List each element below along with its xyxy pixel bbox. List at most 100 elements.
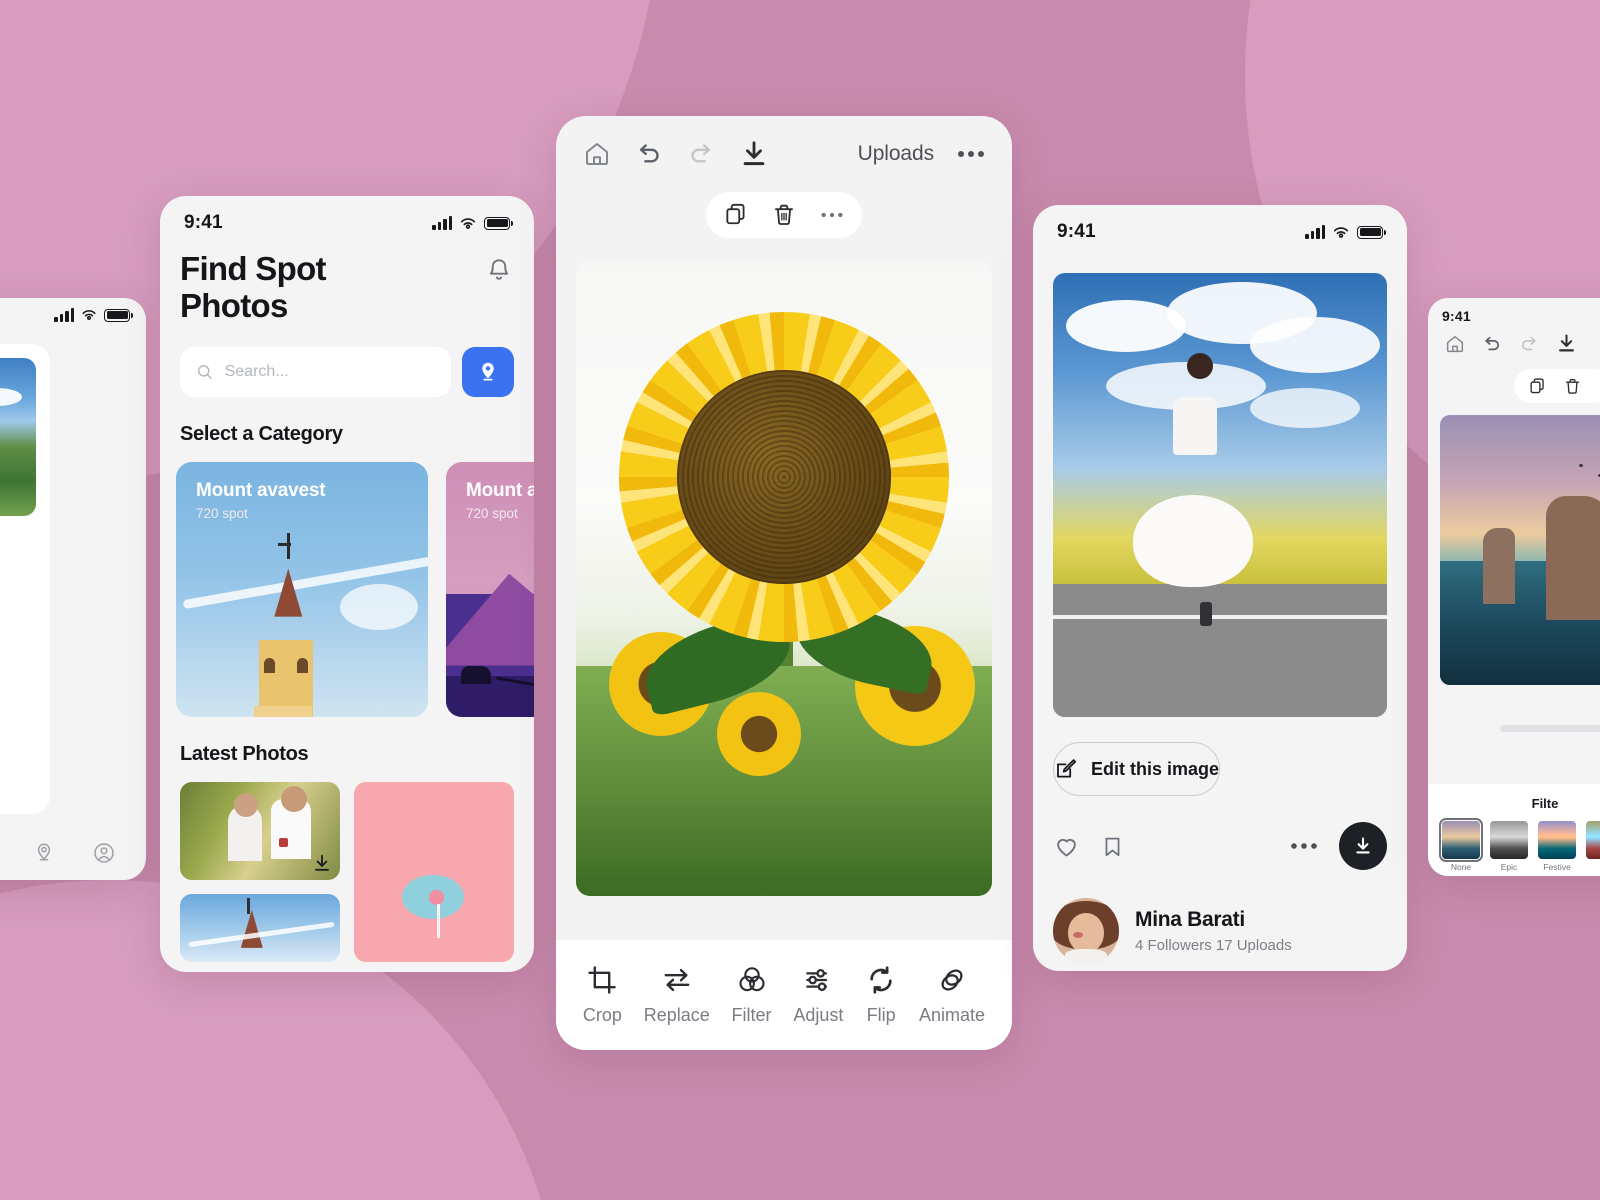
filter-item[interactable]: S: [1586, 821, 1600, 872]
page-title-line1: Find Spot: [180, 250, 327, 287]
onboarding-signup-link[interactable]: Up: [0, 666, 36, 678]
discover-header: Find Spot Photos: [160, 240, 534, 325]
tool-label: Animate: [918, 1005, 986, 1025]
tool-label: Replace: [643, 1005, 710, 1025]
battery-icon: [484, 216, 513, 230]
tool-adjust[interactable]: Adjust: [793, 964, 843, 1026]
filters-list[interactable]: None Epic Festive S: [1439, 818, 1600, 872]
download-icon[interactable]: [1555, 332, 1578, 355]
tool-label: Flip: [866, 1005, 896, 1025]
sliders-icon: [806, 968, 828, 992]
onboarding-body-line3: g up is free!: [0, 628, 36, 646]
duplicate-icon[interactable]: [723, 202, 749, 228]
editor-toolbar: Uploads: [556, 116, 1012, 170]
latest-column-right: [354, 781, 514, 962]
phone-discover: 9:41 Find Spot Photos Select a Category: [160, 196, 534, 972]
tool-animate[interactable]: Animate: [919, 964, 985, 1026]
location-pin-icon[interactable]: [32, 841, 56, 865]
filter-thumb: [1538, 821, 1576, 859]
filter-item[interactable]: Festive: [1538, 821, 1576, 872]
filter-thumb: [1439, 818, 1483, 862]
filter-item[interactable]: Epic: [1490, 821, 1528, 872]
detail-photo[interactable]: [1053, 273, 1387, 717]
tool-filter[interactable]: Filter: [732, 964, 772, 1026]
replace-icon: [664, 968, 690, 992]
battery-icon: [1357, 225, 1386, 239]
download-icon[interactable]: [738, 138, 770, 170]
category-scroller[interactable]: Mount avavest 720 spot Mount a 720 spot: [160, 446, 534, 717]
intensity-slider[interactable]: [1500, 725, 1600, 732]
user-circle-icon[interactable]: [92, 841, 116, 865]
section-title-category: Select a Category: [180, 422, 343, 445]
more-horizontal-icon[interactable]: [819, 210, 845, 220]
filters-panel: Filte None Epic Festive S: [1428, 784, 1600, 876]
tool-replace[interactable]: Replace: [644, 964, 710, 1026]
status-bar: 9:41: [160, 196, 534, 240]
editor-tools-bar: Crop Replace Filter Adjust Flip Animate: [556, 940, 1012, 1050]
sunflower-photo: [619, 312, 949, 642]
floating-tool-pill: [706, 192, 862, 238]
home-icon[interactable]: [582, 139, 612, 169]
search-icon: [197, 364, 212, 379]
status-time: 9:41: [1442, 308, 1471, 324]
list-item[interactable]: [180, 893, 340, 962]
section-title-latest: Latest Photos: [180, 742, 309, 765]
more-horizontal-icon[interactable]: [956, 148, 986, 160]
trash-icon[interactable]: [771, 202, 797, 228]
filter-thumb: [1586, 821, 1600, 859]
filters-canvas[interactable]: [1440, 415, 1600, 685]
user-row[interactable]: Mina Barati 4 Followers 17 Uploads: [1033, 870, 1407, 964]
tool-label: Filter: [731, 1005, 772, 1025]
avatar: [1053, 898, 1119, 964]
tool-label: Adjust: [793, 1005, 844, 1025]
tool-label: Crop: [582, 1005, 622, 1025]
wifi-icon: [460, 217, 476, 229]
location-search-button[interactable]: [462, 346, 514, 397]
bell-icon[interactable]: [484, 256, 514, 286]
wifi-icon: [1333, 226, 1349, 238]
download-icon[interactable]: [311, 852, 333, 874]
edit-image-button[interactable]: Edit this image: [1053, 742, 1221, 796]
tool-crop[interactable]: Crop: [583, 964, 622, 1026]
redo-icon[interactable]: [1518, 333, 1540, 355]
uploads-label[interactable]: Uploads: [858, 142, 934, 166]
editor-canvas[interactable]: [576, 260, 992, 896]
home-icon[interactable]: [1444, 333, 1466, 355]
category-card[interactable]: Mount a 720 spot: [446, 461, 534, 717]
search-input[interactable]: [224, 362, 435, 381]
filter-item[interactable]: None: [1439, 818, 1483, 872]
duplicate-icon[interactable]: [1528, 377, 1547, 396]
bookmark-icon[interactable]: [1100, 833, 1125, 860]
filter-label: S: [1586, 862, 1600, 872]
filter-thumb: [1490, 821, 1528, 859]
phone-detail: 9:41 Edit this image Mina Barati 4 Follo…: [1033, 205, 1407, 971]
tool-flip[interactable]: Flip: [865, 964, 897, 1026]
search-row: [160, 325, 534, 397]
onboarding-headline-line1: d get the full: [0, 530, 36, 553]
phone-filters: 9:41 Filte None Epic Festive: [1428, 298, 1600, 876]
flip-icon: [870, 966, 892, 994]
undo-icon[interactable]: [1481, 333, 1503, 355]
list-item[interactable]: [180, 781, 340, 880]
download-button[interactable]: [1339, 822, 1387, 870]
heart-icon[interactable]: [1053, 833, 1080, 860]
search-field-wrapper[interactable]: [180, 346, 451, 397]
trash-icon[interactable]: [1563, 377, 1582, 396]
category-name: Mount avavest: [196, 479, 326, 501]
status-bar: [0, 298, 146, 326]
list-item[interactable]: [354, 781, 514, 962]
category-card[interactable]: Mount avavest 720 spot: [176, 461, 428, 717]
category-name: Mount a: [466, 479, 534, 501]
category-spots: 720 spot: [196, 505, 248, 521]
redo-icon[interactable]: [686, 139, 716, 169]
location-pin-icon: [482, 362, 494, 381]
category-spots: 720 spot: [466, 505, 518, 521]
undo-icon[interactable]: [634, 139, 664, 169]
page-title-line2: Photos: [180, 287, 288, 325]
phone-onboarding: d get the full xperience or collect, lik…: [0, 298, 146, 880]
bottom-nav: [0, 826, 146, 880]
more-horizontal-icon[interactable]: [1289, 840, 1319, 852]
battery-icon: [104, 308, 133, 322]
filter-label: Epic: [1500, 862, 1518, 872]
pencil-square-icon: [1057, 759, 1077, 778]
